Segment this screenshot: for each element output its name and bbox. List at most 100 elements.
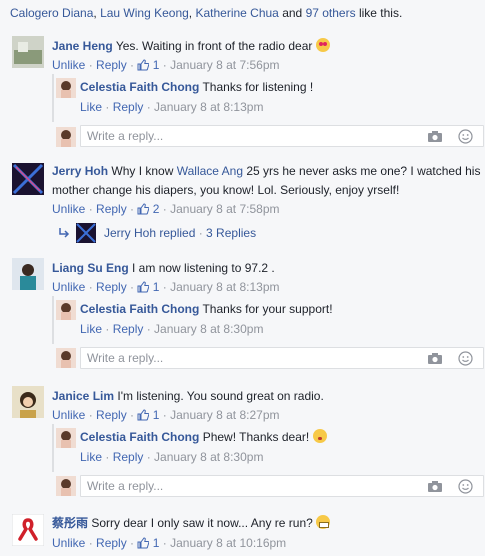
- comment-janice-lim: Janice Lim I'm listening. You sound grea…: [52, 388, 324, 404]
- like-count[interactable]: 2: [137, 202, 159, 216]
- dot-separator: ·: [85, 202, 97, 216]
- view-replies-link[interactable]: Jerry Hoh replied · 3 Replies: [104, 225, 256, 241]
- mention-link[interactable]: Wallace Ang: [177, 164, 243, 178]
- comment-text: Yes. Waiting in front of the radio dear: [115, 39, 313, 53]
- others-link[interactable]: 97 others: [306, 6, 356, 20]
- dot-separator: ·: [143, 450, 155, 464]
- timestamp[interactable]: January 8 at 8:13pm: [154, 100, 263, 114]
- like-count[interactable]: 1: [137, 408, 159, 422]
- reply-link[interactable]: Reply: [96, 280, 127, 294]
- liker-link[interactable]: Lau Wing Keong: [100, 6, 189, 20]
- timestamp[interactable]: January 8 at 7:58pm: [170, 202, 279, 216]
- dot-separator: ·: [143, 100, 155, 114]
- avatar-jerry-hoh[interactable]: [12, 163, 44, 195]
- dot-separator: ·: [126, 280, 138, 294]
- avatar-jerry-hoh-small[interactable]: [76, 223, 96, 243]
- comment-author[interactable]: 蔡彤雨: [52, 516, 88, 530]
- emoji-icon[interactable]: [458, 479, 473, 494]
- dot-separator: ·: [159, 280, 171, 294]
- unlike-link[interactable]: Unlike: [52, 280, 85, 294]
- reply-link[interactable]: Reply: [96, 202, 127, 216]
- comment-text: I'm listening. You sound great on radio.: [117, 389, 324, 403]
- camera-icon[interactable]: [427, 352, 443, 365]
- comment-text: I am now listening to 97.2 .: [132, 261, 275, 275]
- unlike-link[interactable]: Unlike: [52, 202, 85, 216]
- avatar-current-user: [56, 127, 76, 147]
- dot-separator: ·: [102, 322, 113, 336]
- comment-text: Why I know: [111, 164, 177, 178]
- avatar-janice-lim[interactable]: [12, 386, 44, 418]
- write-reply-input[interactable]: Write a reply...: [80, 125, 484, 147]
- comment-text: 25 yrs he never asks me one? I watched h…: [243, 164, 481, 178]
- dot-separator: ·: [159, 408, 171, 422]
- dot-separator: ·: [126, 202, 138, 216]
- liker-link[interactable]: Calogero Diana: [10, 6, 93, 20]
- unlike-link[interactable]: Unlike: [52, 58, 85, 72]
- replies-count: 3 Replies: [206, 226, 257, 240]
- comment-author[interactable]: Janice Lim: [52, 389, 114, 403]
- reply-author[interactable]: Celestia Faith Chong: [80, 430, 199, 444]
- dot-separator: ·: [159, 536, 171, 550]
- dot-separator: ·: [126, 536, 138, 550]
- like-count[interactable]: 1: [137, 280, 159, 294]
- reply-text: Thanks for listening !: [202, 80, 314, 94]
- emoji-icon[interactable]: [458, 351, 473, 366]
- timestamp[interactable]: January 8 at 8:13pm: [170, 280, 279, 294]
- comment-cai-tong-yu: 蔡彤雨 Sorry dear I only saw it now... Any …: [52, 515, 331, 531]
- write-reply-input[interactable]: Write a reply...: [80, 475, 484, 497]
- thumbs-up-icon: [137, 59, 150, 71]
- like-link[interactable]: Like: [80, 100, 102, 114]
- write-reply-input[interactable]: Write a reply...: [80, 347, 484, 369]
- unlike-link[interactable]: Unlike: [52, 536, 85, 550]
- timestamp[interactable]: January 8 at 8:27pm: [170, 408, 279, 422]
- write-reply-placeholder: Write a reply...: [87, 129, 164, 143]
- camera-icon[interactable]: [427, 130, 443, 143]
- comment-author[interactable]: Jane Heng: [52, 39, 113, 53]
- comment-author[interactable]: Jerry Hoh: [52, 164, 108, 178]
- thumbs-up-icon: [137, 203, 150, 215]
- comment-liang-su-eng: Liang Su Eng I am now listening to 97.2 …: [52, 260, 275, 276]
- shushing-emoji-icon: [312, 429, 327, 443]
- timestamp[interactable]: January 8 at 10:16pm: [170, 536, 286, 550]
- unlike-link[interactable]: Unlike: [52, 408, 85, 422]
- dot-separator: ·: [126, 58, 138, 72]
- reply-link[interactable]: Reply: [96, 408, 127, 422]
- reply-text: Thanks for your support!: [202, 302, 333, 316]
- reply-link[interactable]: Reply: [96, 536, 127, 550]
- reply-thread-line: [52, 74, 54, 122]
- avatar-celestia[interactable]: [56, 78, 76, 98]
- reply-arrow-icon: [59, 228, 70, 238]
- liker-link[interactable]: Katherine Chua: [195, 6, 278, 20]
- like-count[interactable]: 1: [137, 536, 159, 550]
- thumbs-up-icon: [137, 409, 150, 421]
- avatar-jane-heng[interactable]: [12, 36, 44, 68]
- camera-icon[interactable]: [427, 480, 443, 493]
- emoji-icon[interactable]: [458, 129, 473, 144]
- avatar-liang-su-eng[interactable]: [12, 258, 44, 290]
- reply-author[interactable]: Celestia Faith Chong: [80, 80, 199, 94]
- replies-author: Jerry Hoh: [104, 226, 157, 240]
- timestamp[interactable]: January 8 at 8:30pm: [154, 322, 263, 336]
- like-link[interactable]: Like: [80, 450, 102, 464]
- timestamp[interactable]: January 8 at 8:30pm: [154, 450, 263, 464]
- replied-text: replied: [156, 226, 196, 240]
- comment-author[interactable]: Liang Su Eng: [52, 261, 129, 275]
- avatar-celestia[interactable]: [56, 300, 76, 320]
- timestamp[interactable]: January 8 at 7:56pm: [170, 58, 279, 72]
- dot-separator: ·: [102, 450, 113, 464]
- reply-link[interactable]: Reply: [96, 58, 127, 72]
- avatar-cai-tong-yu[interactable]: [12, 514, 44, 546]
- comment-actions: Unlike · Reply · 1 · January 8 at 7:56pm: [52, 57, 280, 73]
- reply-link[interactable]: Reply: [113, 322, 144, 336]
- dot-separator: ·: [159, 58, 171, 72]
- reply-link[interactable]: Reply: [113, 100, 144, 114]
- comment-jerry-hoh-line2: mother change his diapers, you know! Lol…: [52, 182, 399, 198]
- reply-link[interactable]: Reply: [113, 450, 144, 464]
- dot-separator: ·: [85, 280, 97, 294]
- dot-separator: ·: [85, 536, 97, 550]
- reply-author[interactable]: Celestia Faith Chong: [80, 302, 199, 316]
- like-link[interactable]: Like: [80, 322, 102, 336]
- like-count[interactable]: 1: [137, 58, 159, 72]
- grimacing-emoji-icon: [316, 515, 331, 529]
- avatar-celestia[interactable]: [56, 428, 76, 448]
